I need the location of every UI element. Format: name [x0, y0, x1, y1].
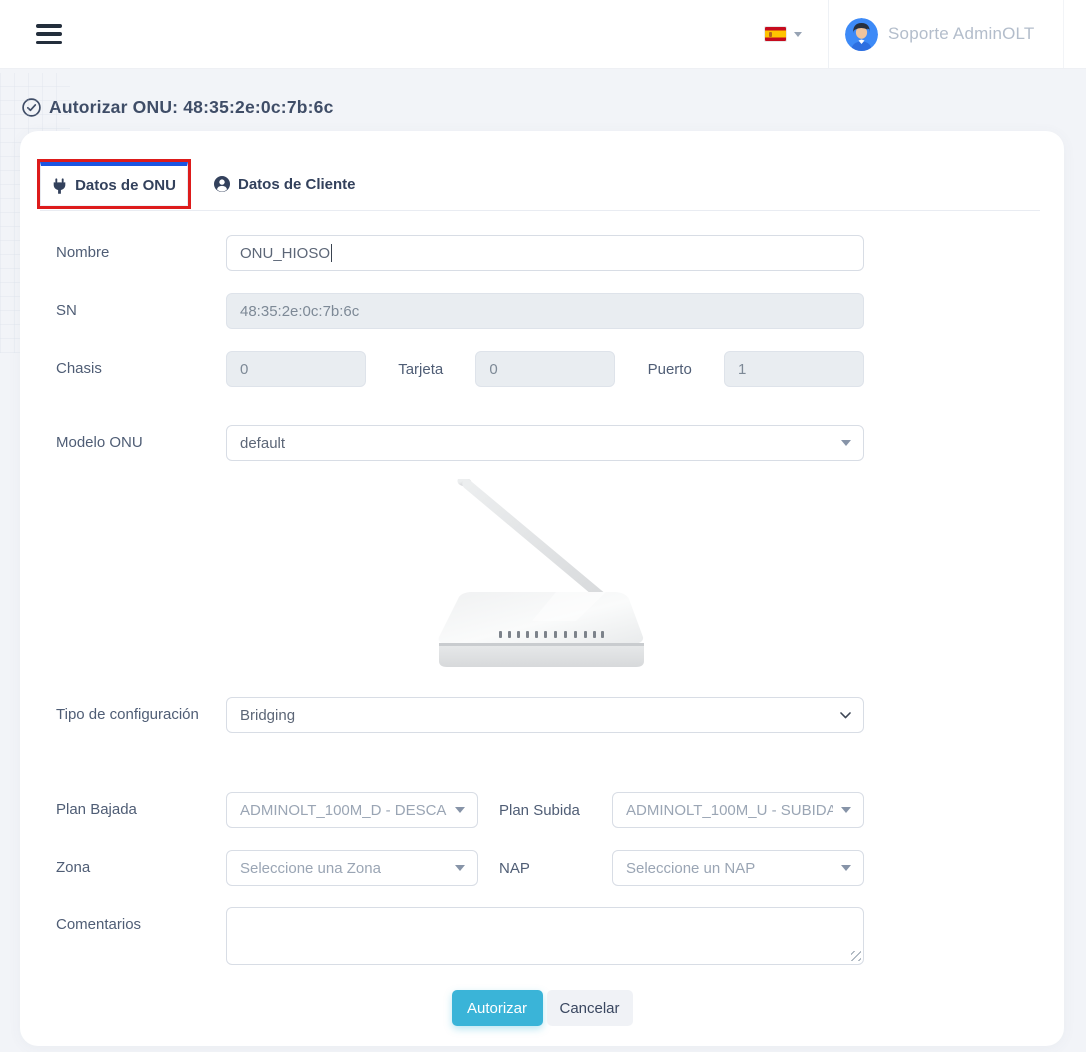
comentarios-label: Comentarios [56, 907, 226, 933]
plan-row: Plan Bajada ADMINOLT_100M_D - DESCAR... … [20, 792, 1064, 828]
tipo-configuracion-label: Tipo de configuración [56, 697, 226, 723]
slot-row: Chasis 0 Tarjeta 0 Puerto 1 [20, 351, 1064, 387]
chasis-label: Chasis [56, 351, 226, 377]
zona-placeholder: Seleccione una Zona [240, 860, 447, 877]
sn-input: 48:35:2e:0c:7b:6c [226, 293, 864, 329]
onu-image-row [20, 479, 1064, 671]
plan-bajada-select[interactable]: ADMINOLT_100M_D - DESCAR... [226, 792, 478, 828]
puerto-input: 1 [724, 351, 864, 387]
page-content: Autorizar ONU: 48:35:2e:0c:7b:6c Datos d… [0, 69, 1086, 1052]
sn-row: SN 48:35:2e:0c:7b:6c [20, 293, 1064, 329]
user-avatar [845, 18, 878, 51]
nombre-row: Nombre ONU_HIOSO [20, 235, 1064, 271]
nap-placeholder: Seleccione un NAP [626, 860, 833, 877]
nombre-label: Nombre [56, 235, 226, 261]
modelo-onu-value: default [240, 435, 833, 452]
caret-down-icon [455, 865, 465, 871]
chasis-input: 0 [226, 351, 366, 387]
topbar-right: Soporte AdminOLT [755, 0, 1086, 68]
user-circle-icon [214, 176, 230, 192]
tarjeta-input: 0 [475, 351, 615, 387]
user-menu[interactable]: Soporte AdminOLT [828, 0, 1064, 68]
modelo-onu-label: Modelo ONU [56, 425, 226, 451]
nombre-input[interactable]: ONU_HIOSO [226, 235, 864, 271]
chevron-down-icon [840, 712, 851, 719]
cancelar-button[interactable]: Cancelar [547, 990, 633, 1026]
page-title: Autorizar ONU: 48:35:2e:0c:7b:6c [49, 97, 334, 118]
puerto-label: Puerto [648, 361, 692, 378]
modelo-onu-select[interactable]: default [226, 425, 864, 461]
language-selector[interactable] [755, 0, 828, 68]
comentarios-textarea[interactable] [226, 907, 864, 965]
user-name: Soporte AdminOLT [888, 24, 1035, 44]
top-navbar: Soporte AdminOLT [0, 0, 1086, 69]
plan-subida-value: ADMINOLT_100M_U - SUBIDA [626, 802, 833, 819]
annotation-highlight: Datos de ONU [37, 159, 191, 209]
sn-label: SN [56, 293, 226, 319]
nap-select[interactable]: Seleccione un NAP [612, 850, 864, 886]
plug-icon [52, 178, 67, 194]
spain-flag-icon [765, 27, 786, 41]
check-circle-icon [22, 98, 41, 117]
tipo-configuracion-value: Bridging [240, 707, 840, 724]
tipo-configuracion-select[interactable]: Bridging [226, 697, 864, 733]
nap-label: NAP [478, 860, 612, 877]
tab-datos-de-onu[interactable]: Datos de ONU [40, 162, 188, 206]
caret-down-icon [841, 807, 851, 813]
plan-bajada-value: ADMINOLT_100M_D - DESCAR... [240, 802, 447, 819]
onu-router-photo [436, 479, 648, 671]
tarjeta-label: Tarjeta [398, 361, 443, 378]
caret-down-icon [841, 865, 851, 871]
sn-value: 48:35:2e:0c:7b:6c [240, 303, 359, 320]
form-actions: Autorizar Cancelar [20, 990, 1064, 1026]
menu-toggle-button[interactable] [36, 24, 62, 44]
plan-subida-select[interactable]: ADMINOLT_100M_U - SUBIDA [612, 792, 864, 828]
authorize-onu-card: Datos de ONU Datos de Cliente Nombre ONU… [20, 131, 1064, 1046]
tab-datos-de-cliente[interactable]: Datos de Cliente [204, 162, 366, 206]
tipo-configuracion-row: Tipo de configuración Bridging [20, 697, 1064, 733]
tab-bar: Datos de ONU Datos de Cliente [20, 131, 1064, 210]
tab-label: Datos de ONU [75, 177, 176, 194]
zona-label: Zona [56, 850, 226, 876]
caret-down-icon [794, 32, 802, 37]
tab-label: Datos de Cliente [238, 176, 356, 193]
page-header: Autorizar ONU: 48:35:2e:0c:7b:6c [0, 69, 1086, 118]
hamburger-icon [36, 24, 62, 28]
comentarios-row: Comentarios [20, 907, 1064, 965]
zona-nap-row: Zona Seleccione una Zona NAP Seleccione … [20, 850, 1064, 886]
text-cursor [331, 244, 332, 262]
autorizar-button[interactable]: Autorizar [452, 990, 543, 1026]
caret-down-icon [841, 440, 851, 446]
plan-bajada-label: Plan Bajada [56, 792, 226, 818]
plan-subida-label: Plan Subida [478, 802, 612, 819]
modelo-row: Modelo ONU default [20, 425, 1064, 461]
nombre-value: ONU_HIOSO [240, 245, 330, 262]
caret-down-icon [455, 807, 465, 813]
tab-divider [40, 210, 1040, 211]
zona-select[interactable]: Seleccione una Zona [226, 850, 478, 886]
